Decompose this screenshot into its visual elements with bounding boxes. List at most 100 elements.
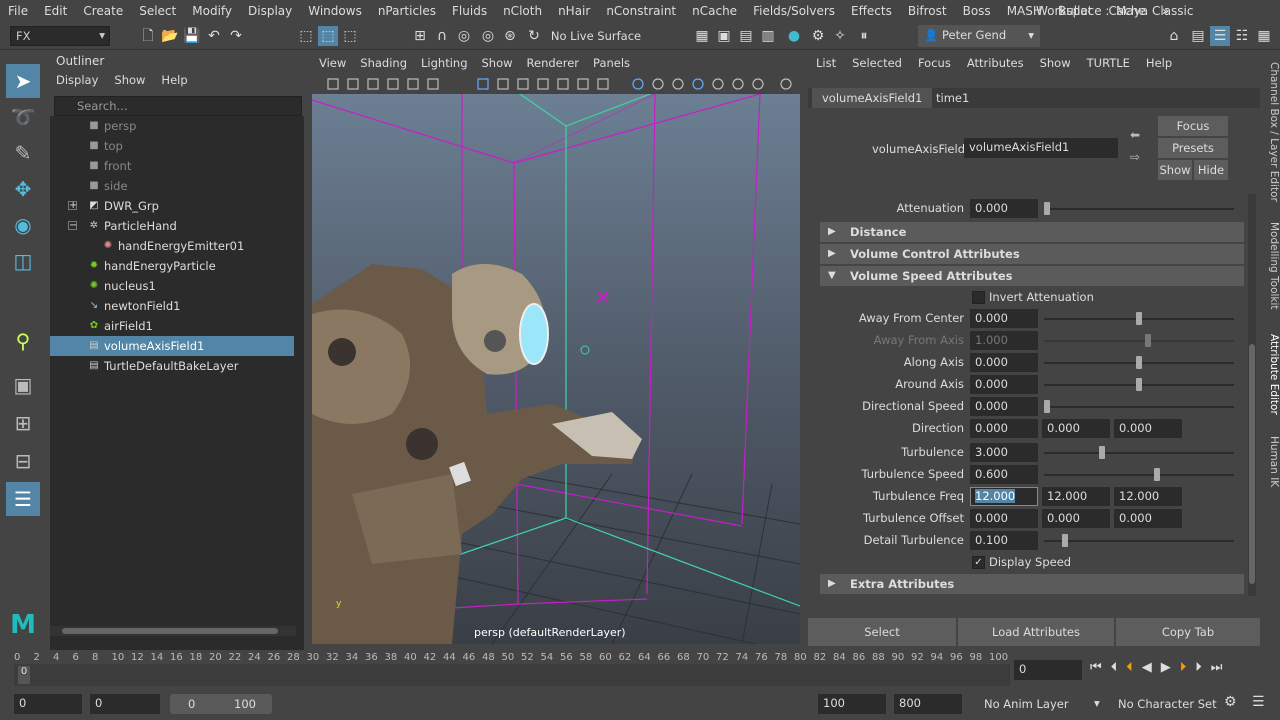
- snap-grid-icon[interactable]: ⊞: [410, 26, 430, 46]
- paint-select-icon[interactable]: ✎: [6, 136, 40, 170]
- viewport-menu-renderer[interactable]: Renderer: [520, 56, 587, 70]
- select-button[interactable]: Select: [808, 618, 956, 646]
- menu-nconstraint[interactable]: nConstraint: [598, 4, 684, 18]
- channel-box-icon[interactable]: ▦: [1254, 26, 1274, 46]
- current-frame-field[interactable]: 0: [1014, 660, 1082, 680]
- viewport-menu-panels[interactable]: Panels: [586, 56, 637, 70]
- tab-human-ik[interactable]: Human IK: [1262, 436, 1280, 487]
- lasso-tool-icon[interactable]: ➰: [6, 100, 40, 134]
- preferences-icon[interactable]: ☰: [1252, 694, 1265, 710]
- detail-turbulence-slider[interactable]: [1044, 534, 1234, 547]
- direction-field-x[interactable]: 0.000: [970, 419, 1038, 438]
- attenuation-slider-knob[interactable]: [1044, 202, 1050, 215]
- distance-frame-header[interactable]: ▶ Distance: [820, 222, 1244, 242]
- animation-start-field[interactable]: 0: [14, 694, 82, 714]
- copy-tab-button[interactable]: Copy Tab: [1116, 618, 1260, 646]
- step-forward-frame-icon[interactable]: ⏵: [1180, 660, 1196, 675]
- outliner-hscrollbar[interactable]: [50, 626, 296, 636]
- outliner-item[interactable]: ✺ handEnergyEmitter01: [50, 236, 294, 256]
- presets-button[interactable]: Presets: [1158, 138, 1228, 158]
- tab-attribute-editor[interactable]: Attribute Editor: [1262, 334, 1280, 415]
- outliner-item[interactable]: ↘ newtonField1: [50, 296, 294, 316]
- direction-field-z[interactable]: 0.000: [1114, 419, 1182, 438]
- around-axis-field[interactable]: 0.000: [970, 375, 1038, 394]
- menu-nparticles[interactable]: nParticles: [370, 4, 444, 18]
- outliner-item[interactable]: + ◩ DWR_Grp: [50, 196, 294, 216]
- select-object-icon[interactable]: ⬚: [318, 26, 338, 46]
- outliner-item[interactable]: ▤ TurtleDefaultBakeLayer: [50, 356, 294, 376]
- render-frame-icon[interactable]: ▣: [714, 26, 734, 46]
- step-forward-key-icon[interactable]: ⏵: [1195, 660, 1211, 675]
- menu-fluids[interactable]: Fluids: [444, 4, 495, 18]
- expand-toggle-icon[interactable]: −: [68, 221, 77, 231]
- outliner-vscrollbar[interactable]: [296, 116, 304, 666]
- volume-control-frame-header[interactable]: ▶ Volume Control Attributes: [820, 244, 1244, 264]
- snap-point-icon[interactable]: ◎: [454, 26, 474, 46]
- save-scene-icon[interactable]: 💾: [182, 26, 202, 46]
- turbulence-slider[interactable]: [1044, 446, 1234, 459]
- attribute-editor-icon[interactable]: ☰: [1210, 26, 1230, 46]
- menu-set-dropdown[interactable]: FX ▾: [10, 26, 110, 46]
- turbulence-freq-field-z[interactable]: 12.000: [1114, 487, 1182, 506]
- turbulence-speed-field[interactable]: 0.600: [970, 465, 1038, 484]
- away-from-center-field[interactable]: 0.000: [970, 309, 1038, 328]
- play-forward-icon[interactable]: ▶: [1161, 660, 1180, 675]
- new-scene-icon[interactable]: 🗋: [138, 26, 158, 46]
- ae-menu-help[interactable]: Help: [1138, 56, 1180, 70]
- outliner-item[interactable]: ✺ nucleus1: [50, 276, 294, 296]
- turbulence-speed-slider-knob[interactable]: [1154, 468, 1160, 481]
- along-axis-slider[interactable]: [1044, 356, 1234, 369]
- focus-node-icon[interactable]: ⬅︎: [1130, 128, 1140, 142]
- ae-menu-list[interactable]: List: [808, 56, 844, 70]
- outliner-menu-help[interactable]: Help: [153, 73, 195, 87]
- light-editor-icon[interactable]: ✧: [830, 26, 850, 46]
- menu-boss[interactable]: Boss: [955, 4, 999, 18]
- viewport-menu-shading[interactable]: Shading: [353, 56, 414, 70]
- menu-create[interactable]: Create: [75, 4, 131, 18]
- menu-nhair[interactable]: nHair: [550, 4, 598, 18]
- outliner-item[interactable]: ■ side: [50, 176, 294, 196]
- menu-windows[interactable]: Windows: [300, 4, 370, 18]
- outliner-search-input[interactable]: Search...: [54, 96, 302, 116]
- viewport-menu-show[interactable]: Show: [475, 56, 520, 70]
- detail-turbulence-field[interactable]: 0.100: [970, 531, 1038, 550]
- range-slider[interactable]: 0 100: [170, 694, 272, 714]
- outliner-item[interactable]: − ✲ ParticleHand: [50, 216, 294, 236]
- sidebar-toggle-icon[interactable]: ⌂: [1164, 26, 1184, 46]
- around-axis-slider-knob[interactable]: [1136, 378, 1142, 391]
- away-from-axis-slider-knob[interactable]: [1145, 334, 1151, 347]
- menu-display[interactable]: Display: [240, 4, 300, 18]
- go-to-start-icon[interactable]: ⏮: [1090, 660, 1111, 675]
- invert-attenuation-checkbox[interactable]: [972, 291, 985, 304]
- make-live-icon[interactable]: ↻: [524, 26, 544, 46]
- hypershade-icon[interactable]: ●: [784, 26, 804, 46]
- tool-settings-icon[interactable]: ☷: [1232, 26, 1252, 46]
- attenuation-slider[interactable]: [1044, 202, 1234, 215]
- current-time-indicator[interactable]: 0: [18, 666, 30, 684]
- volume-speed-frame-header[interactable]: ▼ Volume Speed Attributes: [820, 266, 1244, 286]
- outliner-menu-show[interactable]: Show: [106, 73, 153, 87]
- outliner-item[interactable]: ✹ handEnergyParticle: [50, 256, 294, 276]
- load-attributes-button[interactable]: Load Attributes: [958, 618, 1114, 646]
- outliner-item[interactable]: ▤ volumeAxisField1: [50, 336, 294, 356]
- turbulence-field[interactable]: 3.000: [970, 443, 1038, 462]
- turbulence-offset-field-y[interactable]: 0.000: [1042, 509, 1110, 528]
- user-account-dropdown[interactable]: 👤 Peter Gend ▾: [918, 25, 1040, 47]
- modeling-toolkit-icon[interactable]: ▤: [1188, 26, 1208, 46]
- outliner-layout-icon[interactable]: ☰: [6, 482, 40, 516]
- display-speed-checkbox[interactable]: ✓: [972, 556, 985, 569]
- away-from-axis-field[interactable]: 1.000: [970, 331, 1038, 350]
- open-scene-icon[interactable]: 📂: [160, 26, 180, 46]
- single-perspective-layout-icon[interactable]: ▣: [6, 368, 40, 402]
- turbulence-freq-field-x[interactable]: 12.000: [970, 487, 1038, 506]
- menu-edit[interactable]: Edit: [36, 4, 75, 18]
- play-backward-icon[interactable]: ◀: [1142, 660, 1161, 675]
- redo-icon[interactable]: ↷: [226, 26, 246, 46]
- animation-end-field[interactable]: 800: [894, 694, 962, 714]
- focus-button[interactable]: Focus: [1158, 116, 1228, 136]
- snap-live-icon[interactable]: ⊛: [500, 26, 520, 46]
- go-to-end-icon[interactable]: ⏭: [1211, 660, 1232, 675]
- select-component-icon[interactable]: ⬚: [340, 26, 360, 46]
- render-setup-icon[interactable]: ⚙: [808, 26, 828, 46]
- pause-viewport-icon[interactable]: ⏸: [854, 26, 874, 46]
